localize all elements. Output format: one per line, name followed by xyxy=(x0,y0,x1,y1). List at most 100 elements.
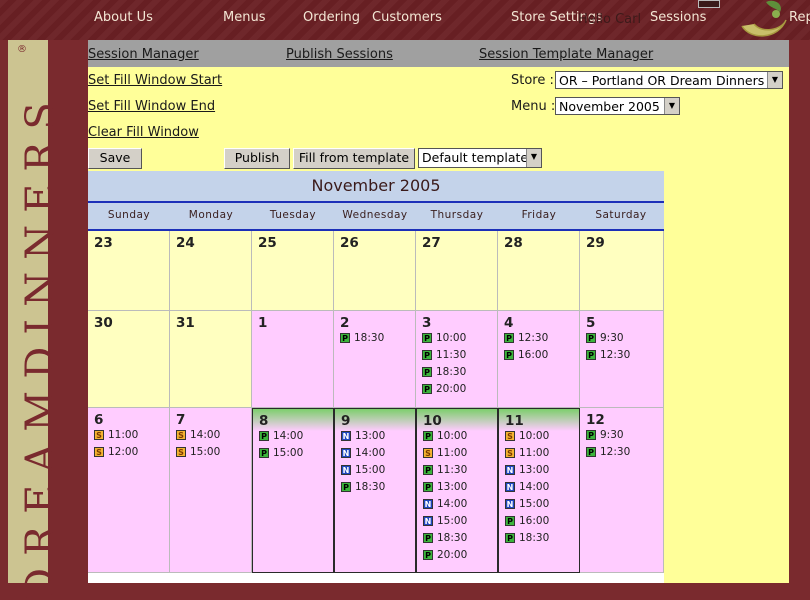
session-entry[interactable]: P 20:00 xyxy=(422,383,466,396)
session-entry[interactable]: S 10:00 xyxy=(505,430,549,443)
day-number: 10 xyxy=(423,413,442,429)
session-time: 15:00 xyxy=(355,464,386,476)
calendar-day-cell[interactable]: 10 P 10:00 S 11:00 P 11:30 P 13:00 N 14:00 N 15:00 P 1… xyxy=(416,408,498,573)
session-entry[interactable]: P 20:00 xyxy=(423,549,467,562)
saved-session-icon: S xyxy=(176,447,186,457)
calendar-day-cell[interactable]: 9 N 13:00 N 14:00 N 15:00 P 18:30 xyxy=(334,408,416,573)
session-entry[interactable]: P 18:30 xyxy=(340,332,384,345)
session-entry[interactable]: P 18:30 xyxy=(341,481,385,494)
calendar-day-cell[interactable]: 29 xyxy=(580,231,664,311)
session-entry[interactable]: P 18:30 xyxy=(505,532,549,545)
session-time: 14:00 xyxy=(437,498,468,510)
dow-thursday: Thursday xyxy=(430,209,484,221)
clear-fill-window-link[interactable]: Clear Fill Window xyxy=(88,125,199,140)
session-entry[interactable]: N 15:00 xyxy=(505,498,549,511)
session-entry[interactable]: N 15:00 xyxy=(341,464,385,477)
fill-from-template-button[interactable]: Fill from template xyxy=(293,148,415,169)
calendar-day-cell[interactable]: 3 P 10:00 P 11:30 P 18:30 P 20:00 xyxy=(416,311,498,408)
session-entry[interactable]: P 18:30 xyxy=(422,366,466,379)
calendar-day-cell[interactable]: 2 P 18:30 xyxy=(334,311,416,408)
session-entry[interactable]: P 9:30 xyxy=(586,332,624,345)
session-entry[interactable]: P 10:00 xyxy=(422,332,466,345)
dow-wednesday: Wednesday xyxy=(342,209,408,221)
session-entry[interactable]: P 12:30 xyxy=(504,332,548,345)
calendar-day-cell[interactable]: 5 P 9:30 P 12:30 xyxy=(580,311,664,408)
calendar-day-cell[interactable]: 4 P 12:30 P 16:00 xyxy=(498,311,580,408)
session-entry[interactable]: N 14:00 xyxy=(505,481,549,494)
session-entry[interactable]: S 11:00 xyxy=(505,447,549,460)
day-number: 2 xyxy=(340,315,350,331)
session-entry[interactable]: P 12:30 xyxy=(586,349,630,362)
session-entry[interactable]: P 13:00 xyxy=(423,481,467,494)
session-time: 16:00 xyxy=(518,349,549,361)
nav-ordering[interactable]: Ordering xyxy=(303,10,360,25)
published-session-icon: P xyxy=(341,482,351,492)
store-select[interactable]: OR – Portland OR Dream Dinners ▼ xyxy=(555,71,783,89)
session-entry[interactable]: P 10:00 xyxy=(423,430,467,443)
calendar-day-cell[interactable]: 27 xyxy=(416,231,498,311)
calendar-day-cell[interactable]: 8 P 14:00 P 15:00 xyxy=(252,408,334,573)
session-entry[interactable]: N 13:00 xyxy=(505,464,549,477)
session-entry[interactable]: P 14:00 xyxy=(259,430,303,443)
dow-friday: Friday xyxy=(521,209,557,221)
session-entry[interactable]: P 11:30 xyxy=(422,349,466,362)
published-session-icon: P xyxy=(504,333,514,343)
session-entry[interactable]: S 15:00 xyxy=(176,446,220,459)
session-entry[interactable]: P 9:30 xyxy=(586,429,624,442)
published-session-icon: P xyxy=(505,533,515,543)
calendar-day-cell[interactable]: 26 xyxy=(334,231,416,311)
session-entry[interactable]: P 18:30 xyxy=(423,532,467,545)
nav-customers[interactable]: Customers xyxy=(372,10,442,25)
calendar-day-cell[interactable]: 31 xyxy=(170,311,252,408)
session-entry[interactable]: S 12:00 xyxy=(94,446,138,459)
session-entry[interactable]: S 11:00 xyxy=(423,447,467,460)
set-fill-window-start-link[interactable]: Set Fill Window Start xyxy=(88,73,222,88)
session-entry[interactable]: S 14:00 xyxy=(176,429,220,442)
calendar-day-cell[interactable]: 25 xyxy=(252,231,334,311)
calendar-day-cell[interactable]: 6 S 11:00 S 12:00 xyxy=(88,408,170,573)
calendar-day-cell[interactable]: 12 P 9:30 P 12:30 xyxy=(580,408,664,573)
calendar-day-cell[interactable]: 30 xyxy=(88,311,170,408)
session-entry[interactable]: P 11:30 xyxy=(423,464,467,477)
dow-tuesday: Tuesday xyxy=(269,209,317,221)
set-fill-window-end-link[interactable]: Set Fill Window End xyxy=(88,99,215,114)
window-close-icon[interactable] xyxy=(698,0,720,8)
calendar-day-cell[interactable]: 11 S 10:00 S 11:00 N 13:00 N 14:00 N 15:00 P 16:00 P 1… xyxy=(498,408,580,573)
session-entry[interactable]: N 14:00 xyxy=(341,447,385,460)
template-select[interactable]: Default template ▼ xyxy=(418,148,542,168)
published-session-icon: P xyxy=(423,431,433,441)
session-entry[interactable]: N 13:00 xyxy=(341,430,385,443)
session-time: 20:00 xyxy=(437,549,468,561)
session-entry[interactable]: N 15:00 xyxy=(423,515,467,528)
session-time: 12:30 xyxy=(600,446,631,458)
menu-select[interactable]: November 2005 ▼ xyxy=(555,97,680,115)
save-button[interactable]: Save xyxy=(88,148,142,169)
day-number: 1 xyxy=(258,315,268,331)
calendar-day-cell[interactable]: 7 S 14:00 S 15:00 xyxy=(170,408,252,573)
session-entry[interactable]: S 11:00 xyxy=(94,429,138,442)
day-number: 29 xyxy=(586,235,605,251)
publish-button[interactable]: Publish xyxy=(224,148,290,169)
tab-publish-sessions[interactable]: Publish Sessions xyxy=(286,47,393,62)
tab-session-manager[interactable]: Session Manager xyxy=(88,47,199,62)
nav-menus[interactable]: Menus xyxy=(223,10,265,25)
store-select-value: OR – Portland OR Dream Dinners xyxy=(559,73,765,88)
calendar-day-cell[interactable]: 1 xyxy=(252,311,334,408)
nav-about-us[interactable]: About Us xyxy=(94,10,153,25)
calendar-day-cell[interactable]: 28 xyxy=(498,231,580,311)
session-entry[interactable]: P 16:00 xyxy=(504,349,548,362)
day-number: 12 xyxy=(586,412,605,428)
session-time: 18:30 xyxy=(436,366,467,378)
calendar-day-cell[interactable]: 23 xyxy=(88,231,170,311)
session-time: 15:00 xyxy=(519,498,550,510)
session-entry[interactable]: P 15:00 xyxy=(259,447,303,460)
session-entry[interactable]: P 16:00 xyxy=(505,515,549,528)
session-entry[interactable]: N 14:00 xyxy=(423,498,467,511)
day-number: 3 xyxy=(422,315,432,331)
saved-session-icon: S xyxy=(94,430,104,440)
session-entry[interactable]: P 12:30 xyxy=(586,446,630,459)
new-session-icon: N xyxy=(505,482,515,492)
tab-session-template-manager[interactable]: Session Template Manager xyxy=(479,47,653,62)
calendar-day-cell[interactable]: 24 xyxy=(170,231,252,311)
nav-sessions[interactable]: Sessions xyxy=(650,10,706,25)
